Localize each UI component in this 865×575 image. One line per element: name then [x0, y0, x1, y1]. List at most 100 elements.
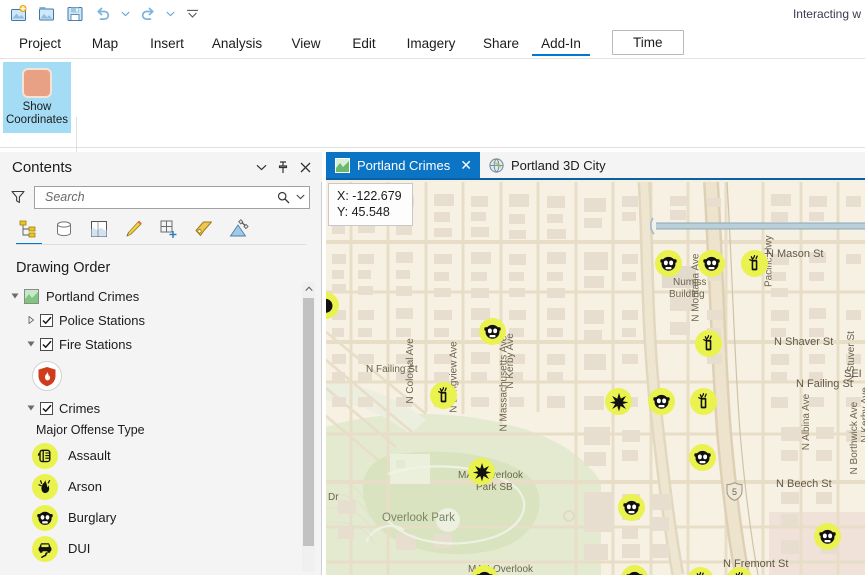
open-project-icon[interactable]: [34, 2, 60, 26]
legend-label-dui: DUI: [68, 541, 91, 556]
crimes-field-label: Major Offense Type: [36, 423, 145, 437]
list-by-drawing-order-icon[interactable]: [16, 215, 42, 245]
list-by-editing-icon[interactable]: [121, 215, 147, 243]
tab-add-in[interactable]: Add-In: [532, 36, 590, 58]
interstate-shield-icon: 5: [726, 482, 743, 501]
fire-shield-icon: [32, 361, 62, 391]
contents-toolbar-separator: [16, 244, 306, 245]
time-button[interactable]: Time: [612, 30, 684, 55]
close-icon[interactable]: ✕: [460, 158, 472, 172]
list-by-charts-icon[interactable]: [226, 215, 252, 243]
redo-icon[interactable]: [135, 2, 161, 26]
expander-icon[interactable]: [24, 337, 38, 351]
list-by-snapping-icon[interactable]: [156, 215, 182, 243]
orange-square-icon: [22, 68, 52, 98]
legend-label-assault: Assault: [68, 448, 111, 463]
assault-fist-icon: [32, 442, 58, 469]
map-marker-burglary[interactable]: [689, 444, 716, 471]
globe-icon: [489, 157, 504, 173]
checkbox-crimes[interactable]: [40, 401, 53, 415]
scroll-up-icon[interactable]: [302, 282, 315, 296]
arcgis-pro-window: Interacting w Project Map Insert Analysi…: [0, 0, 865, 575]
filter-icon[interactable]: [6, 190, 30, 204]
map-tab-label: Portland Crimes: [357, 157, 451, 173]
map-marker-burglary[interactable]: [648, 388, 675, 415]
map-canvas[interactable]: 5 N Colonial Ave N Longview Ave N Massac…: [326, 182, 865, 575]
legend-label-burglary: Burglary: [68, 510, 117, 525]
tree-item-fire-stations[interactable]: Fire Stations: [0, 332, 322, 356]
map-marker-burglary[interactable]: [814, 523, 841, 550]
list-by-labeling-icon[interactable]: [191, 215, 217, 243]
close-icon[interactable]: [294, 156, 316, 178]
search-input[interactable]: [43, 189, 274, 205]
tab-share[interactable]: Share: [470, 36, 532, 58]
ribbon-body: Show Coordinates Group 1: [0, 58, 865, 197]
list-by-selection-icon[interactable]: [86, 215, 112, 243]
arson-flame-icon: [32, 473, 58, 500]
legend-item-arson[interactable]: Arson: [0, 471, 322, 502]
svg-text:5: 5: [732, 487, 737, 497]
map-marker-arson[interactable]: [741, 250, 768, 277]
contents-search-row: [0, 182, 322, 212]
expander-icon[interactable]: [24, 313, 38, 327]
map-marker-arson[interactable]: [690, 388, 717, 415]
tree-item-police-stations[interactable]: Police Stations: [0, 308, 322, 332]
map-area: Portland Crimes ✕ Portland 3D City 5 N C…: [326, 152, 865, 575]
show-coordinates-label-line1: Show: [22, 101, 52, 113]
coordinate-y: Y: 45.548: [337, 205, 390, 219]
status-interacting-text: Interacting w: [792, 7, 861, 21]
tab-analysis[interactable]: Analysis: [198, 36, 276, 58]
pin-icon[interactable]: [272, 156, 294, 178]
map-marker-burglary[interactable]: [698, 250, 725, 277]
contents-tree: Drawing Order Portland Crimes Police Sta…: [0, 248, 322, 575]
tab-project[interactable]: Project: [6, 36, 74, 58]
map-marker-arson[interactable]: [430, 382, 457, 409]
tree-label-fire-stations: Fire Stations: [59, 336, 132, 352]
undo-icon[interactable]: [90, 2, 116, 26]
checkbox-fire-stations[interactable]: [40, 337, 53, 351]
tab-imagery[interactable]: Imagery: [392, 36, 470, 58]
tree-item-crimes[interactable]: Crimes: [0, 396, 322, 420]
search-icon[interactable]: [274, 191, 293, 204]
contents-panel-header: Contents: [0, 152, 322, 182]
map-tab-portland-3d-city[interactable]: Portland 3D City: [480, 152, 614, 178]
map-marker-burglary[interactable]: [479, 318, 506, 345]
search-box[interactable]: [34, 185, 310, 209]
expander-icon[interactable]: [8, 289, 22, 303]
ribbon-separator: [0, 147, 865, 148]
scrollbar-thumb[interactable]: [303, 298, 314, 546]
tree-item-portland-crimes[interactable]: Portland Crimes: [0, 284, 322, 308]
new-project-icon[interactable]: [6, 2, 32, 26]
map-marker-assault[interactable]: [605, 388, 632, 415]
customize-quick-access-icon[interactable]: [180, 2, 204, 26]
panel-menu-icon[interactable]: [250, 156, 272, 178]
map-marker-assault[interactable]: [468, 458, 495, 485]
tab-view[interactable]: View: [276, 36, 336, 58]
tab-insert[interactable]: Insert: [136, 36, 198, 58]
tab-edit[interactable]: Edit: [336, 36, 392, 58]
map-tab-label: Portland 3D City: [510, 157, 606, 173]
burglary-mask-icon: [32, 504, 58, 531]
legend-item-burglary[interactable]: Burglary: [0, 502, 322, 533]
undo-dropdown-icon[interactable]: [118, 2, 133, 26]
save-project-icon[interactable]: [62, 2, 88, 26]
legend-item-dui[interactable]: DUI: [0, 533, 322, 564]
coordinates-readout: X: -122.679 Y: 45.548: [328, 183, 413, 226]
map-tab-bar: Portland Crimes ✕ Portland 3D City: [326, 152, 865, 180]
map-tab-portland-crimes[interactable]: Portland Crimes ✕: [326, 152, 480, 178]
map-marker-arson[interactable]: [695, 330, 722, 357]
checkbox-police-stations[interactable]: [40, 313, 53, 327]
legend-item-assault[interactable]: Assault: [0, 440, 322, 471]
contents-scrollbar[interactable]: [302, 282, 315, 572]
expander-icon[interactable]: [24, 401, 38, 415]
tab-map[interactable]: Map: [74, 36, 136, 58]
redo-dropdown-icon[interactable]: [163, 2, 178, 26]
list-by-data-source-icon[interactable]: [51, 215, 77, 243]
map-marker-burglary[interactable]: [655, 250, 682, 277]
legend-label-arson: Arson: [68, 479, 102, 494]
show-coordinates-button[interactable]: Show Coordinates: [3, 62, 71, 133]
coordinate-x: X: -122.679: [337, 189, 402, 203]
search-dropdown-icon[interactable]: [293, 194, 305, 200]
map-thumbnail-icon: [24, 288, 39, 304]
map-marker-burglary[interactable]: [618, 494, 645, 521]
